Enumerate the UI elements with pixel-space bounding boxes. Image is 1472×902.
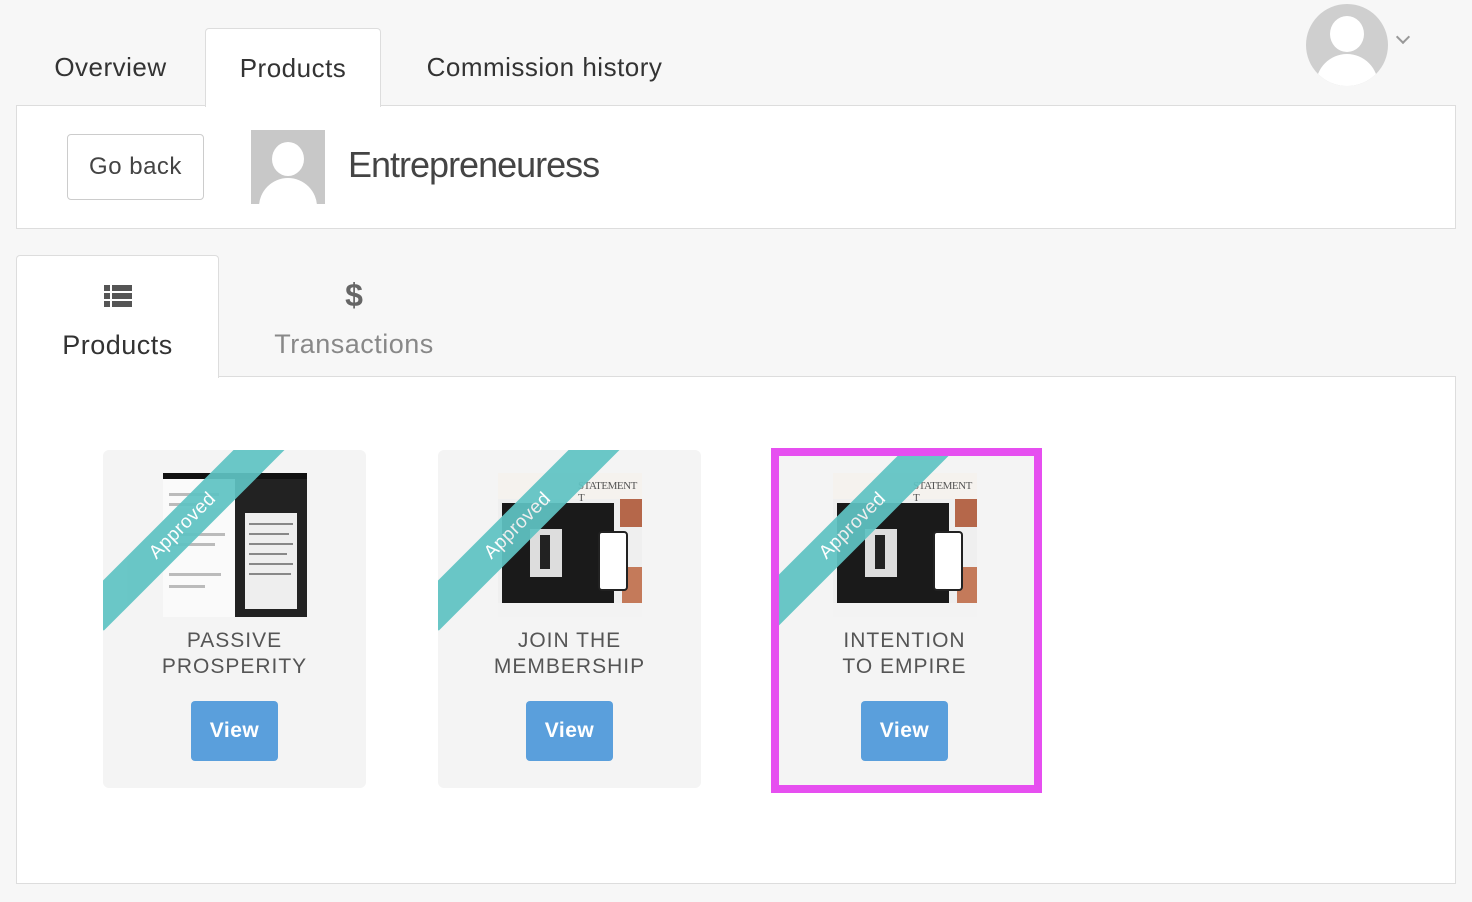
top-tab-bar: Overview Products Commission history [16,28,708,107]
product-card: Approved PASSIVE PROSPERITY View [103,450,366,788]
subtab-transactions-label: Transactions [274,329,434,359]
product-card: STATEMENT T Approved INTENTION TO EMPIRE… [773,450,1036,788]
subtab-products-label: Products [62,330,173,360]
subtab-transactions[interactable]: $ Transactions [219,255,489,377]
user-avatar[interactable] [1306,4,1388,86]
sub-tab-bar: Products $ Transactions [16,255,489,378]
tab-commission-history[interactable]: Commission history [381,28,708,106]
merchant-name: Entrepreneuress [348,144,600,185]
product-title: JOIN THE MEMBERSHIP [493,629,646,678]
user-menu[interactable] [1306,4,1416,86]
list-icon [103,285,132,307]
product-card: STATEMENT T Approved JOIN THE MEMBERSHIP… [438,450,701,788]
go-back-button[interactable]: Go back [67,134,204,200]
subtab-products[interactable]: Products [16,255,219,378]
tab-overview[interactable]: Overview [16,28,205,106]
merchant-avatar [251,130,325,204]
products-panel: Approved PASSIVE PROSPERITY View STATEME… [16,376,1456,884]
merchant-header: Go back Entrepreneuress [16,105,1456,229]
dollar-icon: $ [345,276,363,313]
view-button[interactable]: View [861,701,948,761]
view-button[interactable]: View [526,701,613,761]
product-title: INTENTION TO EMPIRE [842,629,967,678]
view-button[interactable]: View [191,701,278,761]
tab-products[interactable]: Products [205,28,381,107]
chevron-down-icon[interactable] [1395,29,1411,45]
product-title: PASSIVE PROSPERITY [161,629,308,678]
